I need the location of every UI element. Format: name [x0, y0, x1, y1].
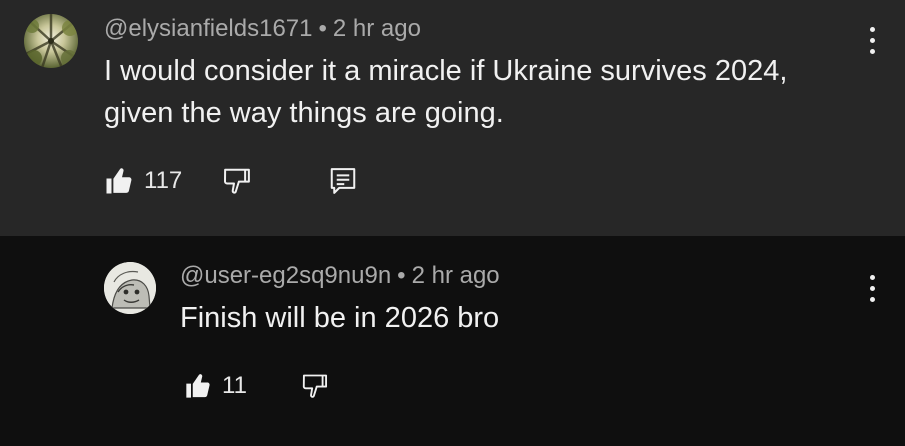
- author-handle[interactable]: @elysianfields1671: [104, 15, 313, 42]
- thumbs-down-icon: [224, 168, 251, 194]
- comment-thread-top: @elysianfields1671 • 2 hr ago I would cons…: [0, 0, 905, 236]
- dislike-button[interactable]: [301, 372, 329, 400]
- more-options-icon: [869, 274, 875, 280]
- comment-meta: @user-eg2sq9nu9n • 2 hr ago: [180, 262, 500, 290]
- meta-separator: •: [318, 15, 327, 42]
- more-options-button[interactable]: [862, 20, 882, 60]
- sketch-face-avatar-icon: [104, 262, 156, 314]
- dislike-button[interactable]: [222, 166, 252, 196]
- comment-text: Finish will be in 2026 bro: [180, 302, 500, 334]
- more-options-icon: [869, 26, 875, 32]
- more-options-icon-dot: [869, 48, 875, 54]
- more-options-icon-dot: [869, 285, 875, 291]
- reply-comment-icon: [331, 168, 356, 194]
- meta-separator: •: [397, 262, 406, 289]
- like-button[interactable]: 11: [184, 372, 247, 400]
- tree-canopy-avatar-icon: [24, 14, 78, 68]
- comment-text: I would consider it a miracle if Ukraine…: [104, 55, 788, 129]
- comment-actions: 11: [184, 372, 329, 400]
- more-options-button[interactable]: [862, 268, 882, 308]
- thumbs-down-icon: [302, 374, 327, 398]
- comment-meta: @elysianfields1671 • 2 hr ago: [104, 15, 421, 43]
- more-options-icon-dot: [869, 296, 875, 302]
- like-count: 117: [144, 167, 183, 194]
- thumbs-up-icon: [106, 168, 132, 194]
- reply-button[interactable]: [328, 166, 358, 196]
- thumbs-up-icon: [186, 374, 210, 398]
- more-options-icon-dot: [869, 37, 875, 43]
- comment-actions: 117: [104, 166, 358, 196]
- author-handle[interactable]: @user-eg2sq9nu9n: [180, 262, 391, 289]
- timestamp[interactable]: 2 hr ago: [412, 262, 500, 289]
- like-count: 11: [222, 372, 247, 399]
- avatar[interactable]: [24, 14, 78, 68]
- comment-thread-reply: @user-eg2sq9nu9n • 2 hr ago Finish will be…: [0, 236, 905, 446]
- timestamp[interactable]: 2 hr ago: [333, 15, 421, 42]
- avatar[interactable]: [104, 262, 156, 314]
- like-button[interactable]: 117: [104, 166, 182, 196]
